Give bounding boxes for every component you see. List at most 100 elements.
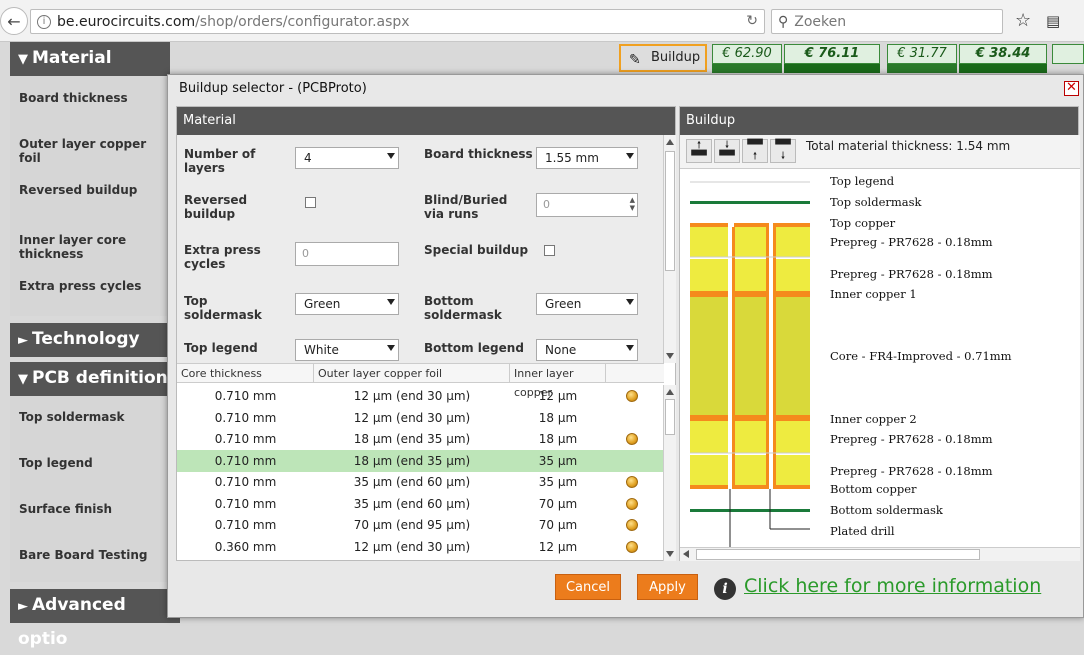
- grid-cell-core: 0.710 mm: [214, 410, 277, 425]
- site-info-icon[interactable]: i: [37, 14, 51, 29]
- board-thickness-select[interactable]: 1.55 mm: [536, 147, 638, 169]
- input-value: 0: [302, 247, 309, 260]
- section-material-header[interactable]: ▼ Material: [10, 42, 170, 76]
- table-row[interactable]: 0.710 mm 70 µm (end 95 µm) 70 µm: [177, 514, 664, 536]
- move-layer-up-icon[interactable]: 🠕 ▀▀: [686, 139, 712, 163]
- section-title: Technology: [32, 329, 140, 349]
- table-row[interactable]: 0.710 mm 35 µm (end 60 µm) 70 µm: [177, 493, 664, 515]
- number-of-layers-select[interactable]: 4: [295, 147, 399, 169]
- scroll-up-icon[interactable]: [666, 389, 674, 395]
- price-cell[interactable]: [1052, 44, 1084, 64]
- reversed-buildup-checkbox[interactable]: [305, 197, 316, 208]
- more-info-link[interactable]: Click here for more information: [744, 575, 1041, 597]
- table-row[interactable]: 0.710 mm 18 µm (end 35 µm) 35 µm: [177, 449, 664, 472]
- price-cell[interactable]: € 76.11: [784, 44, 880, 64]
- expanded-arrow-icon: ▼: [18, 372, 28, 387]
- dropdown-arrow-icon: [626, 345, 634, 351]
- expanded-arrow-icon: ▼: [18, 52, 28, 67]
- table-row[interactable]: 0.360 mm 12 µm (end 30 µm) 12 µm: [177, 536, 664, 558]
- price-bar: [959, 64, 1047, 73]
- stack-label-top-soldermask: Top soldermask: [830, 195, 922, 209]
- bottom-soldermask-layer: [690, 509, 810, 512]
- search-input[interactable]: ⚲ Zoeken: [771, 9, 1003, 34]
- stack-label-prepreg-3: Prepreg - PR7628 - 0.18mm: [830, 432, 993, 446]
- reading-list-icon[interactable]: ▤: [1046, 12, 1060, 30]
- search-placeholder: Zoeken: [794, 13, 847, 30]
- stack-label-inner-copper-2: Inner copper 2: [830, 412, 917, 426]
- price-cell[interactable]: € 38.44: [959, 44, 1047, 64]
- label-bottom-legend: Bottom legend: [424, 341, 524, 355]
- buildup-selector-dialog: Buildup selector - (PCBProto) ✕ Material…: [167, 74, 1084, 618]
- price-bar: [887, 64, 957, 73]
- move-layer-down-icon[interactable]: 🠗 ▀▀: [714, 139, 740, 163]
- grid-scrollbar[interactable]: [663, 385, 676, 561]
- buildup-button[interactable]: ✎ Buildup: [619, 44, 707, 72]
- table-row[interactable]: 0.710 mm 18 µm (end 35 µm) 18 µm: [177, 428, 664, 450]
- grid-cell-outer: 12 µm (end 30 µm): [353, 539, 471, 554]
- flip-up-icon[interactable]: ▀▀ 🠕: [742, 139, 768, 163]
- stack-horizontal-scrollbar[interactable]: [680, 547, 1080, 561]
- grid-cell-outer: 35 µm (end 60 µm): [353, 496, 471, 511]
- inner-copper-1-layer: [690, 291, 810, 297]
- scroll-left-icon[interactable]: [683, 550, 689, 558]
- scroll-thumb[interactable]: [665, 399, 675, 435]
- cancel-button[interactable]: Cancel: [555, 574, 621, 600]
- special-buildup-checkbox[interactable]: [544, 245, 555, 256]
- dropdown-arrow-icon: [626, 299, 634, 305]
- top-legend-select[interactable]: White: [295, 339, 399, 361]
- buildup-pane: Buildup 🠕 ▀▀ 🠗 ▀▀ ▀▀ 🠕 ▀▀ 🠗 Total material t…: [679, 106, 1080, 561]
- material-pane: Material Number of layers 4 Board thickn…: [176, 106, 676, 561]
- grid-cell-outer: 35 µm (end 60 µm): [353, 475, 471, 489]
- select-value: None: [545, 343, 577, 357]
- pcb-definition-body: Top soldermask Top legend Surface finish…: [10, 396, 170, 582]
- form-scrollbar[interactable]: [663, 135, 676, 363]
- grid-cell-inner: 18 µm: [538, 432, 578, 446]
- price-cell[interactable]: € 62.90: [712, 44, 782, 64]
- buildup-button-label: Buildup: [651, 50, 701, 65]
- price-cell[interactable]: € 31.77: [887, 44, 957, 64]
- tool-icon: ✎: [629, 52, 641, 68]
- flip-down-icon[interactable]: ▀▀ 🠗: [770, 139, 796, 163]
- left-label-inner-core: Inner layer core thickness: [19, 233, 127, 261]
- select-value: 4: [304, 151, 312, 165]
- scroll-up-icon[interactable]: [666, 139, 674, 145]
- bookmark-star-icon[interactable]: ☆: [1015, 10, 1031, 31]
- close-icon[interactable]: ✕: [1064, 81, 1079, 96]
- grid-cell-inner: 70 µm: [538, 496, 578, 511]
- spinner-arrows-icon[interactable]: ▲ ▼: [630, 196, 635, 212]
- section-pcb-definition-header[interactable]: ▼ PCB definition: [10, 362, 170, 396]
- section-technology-header[interactable]: ► Technology: [10, 323, 170, 357]
- left-label-top-legend: Top legend: [19, 456, 93, 470]
- section-title: Material: [32, 48, 112, 68]
- back-button[interactable]: ←: [0, 7, 28, 35]
- scroll-down-icon[interactable]: [666, 353, 674, 359]
- scroll-thumb[interactable]: [665, 151, 675, 271]
- blind-buried-spinner[interactable]: 0 ▲ ▼: [536, 193, 638, 217]
- col-outer-copper[interactable]: Outer layer copper foil: [314, 364, 510, 383]
- url-bar[interactable]: i be.eurocircuits.com/shop/orders/config…: [30, 9, 765, 34]
- select-value: Green: [545, 297, 582, 311]
- col-inner-copper[interactable]: Inner layer copper: [510, 364, 606, 399]
- scroll-down-icon[interactable]: [666, 551, 674, 557]
- bottom-legend-select[interactable]: None: [536, 339, 638, 361]
- bottom-soldermask-select[interactable]: Green: [536, 293, 638, 315]
- coin-icon: [626, 540, 638, 553]
- top-soldermask-select[interactable]: Green: [295, 293, 399, 315]
- prepreg-layer: [690, 227, 810, 257]
- left-label-bare-board-testing: Bare Board Testing: [19, 548, 148, 562]
- dropdown-arrow-icon: [387, 299, 395, 305]
- reload-icon[interactable]: ↻: [746, 13, 758, 29]
- browser-toolbar: ← i be.eurocircuits.com/shop/orders/conf…: [0, 0, 1084, 42]
- left-label-outer-copper: Outer layer copper foil: [19, 137, 147, 165]
- table-row[interactable]: 0.710 mm 12 µm (end 30 µm) 12 µm: [177, 385, 664, 407]
- extra-press-input[interactable]: 0: [295, 242, 399, 266]
- bottom-copper-layer: [690, 485, 810, 489]
- table-row[interactable]: 0.710 mm 35 µm (end 60 µm) 35 µm: [177, 471, 664, 493]
- table-row[interactable]: 0.710 mm 12 µm (end 30 µm) 18 µm: [177, 407, 664, 429]
- url-path: /shop/orders/configurator.aspx: [195, 13, 410, 30]
- scroll-thumb[interactable]: [696, 549, 980, 560]
- select-value: White: [304, 343, 339, 357]
- apply-button[interactable]: Apply: [637, 574, 698, 600]
- col-core-thickness[interactable]: Core thickness: [177, 364, 314, 383]
- info-icon: i: [714, 578, 736, 600]
